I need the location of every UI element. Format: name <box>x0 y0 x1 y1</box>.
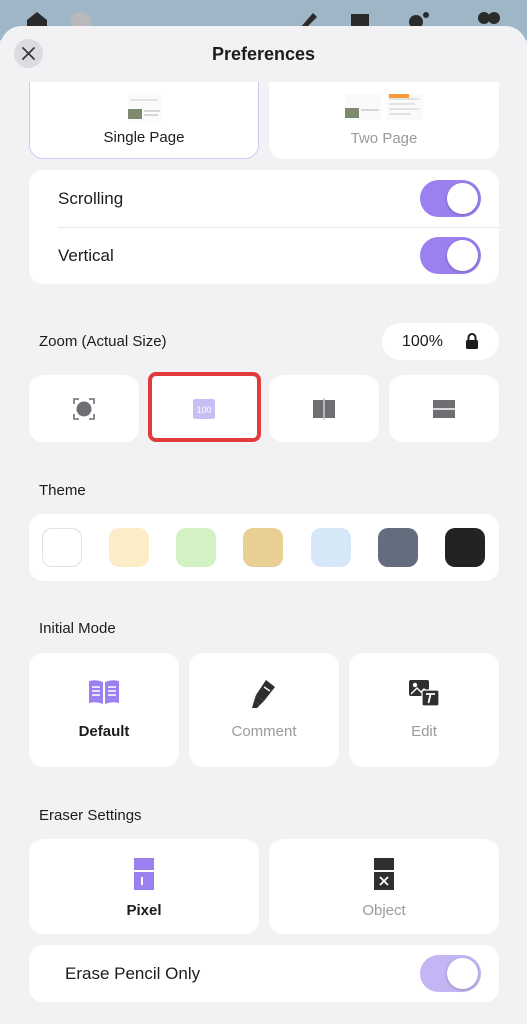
object-eraser-icon <box>374 858 394 890</box>
lock-icon <box>466 333 478 349</box>
vertical-label: Vertical <box>58 245 114 265</box>
fit-page-icon <box>73 397 95 420</box>
selection-highlight <box>148 372 261 442</box>
theme-swatch-cream[interactable] <box>109 528 149 567</box>
fit-width-icon <box>313 396 335 421</box>
erase-pencil-only-row: Erase Pencil Only <box>29 945 499 1002</box>
mode-comment-option[interactable]: Comment <box>189 653 339 767</box>
fit-height-icon <box>430 399 458 418</box>
vertical-toggle[interactable] <box>420 237 481 274</box>
highlighter-icon <box>252 680 275 708</box>
scrolling-row: Scrolling <box>29 170 499 227</box>
eraser-object-label: Object <box>362 902 406 919</box>
fit-width-button[interactable] <box>269 375 379 442</box>
mode-comment-label: Comment <box>231 723 297 740</box>
erase-pencil-only-card: Erase Pencil Only <box>29 945 499 1002</box>
image-text-icon <box>409 680 440 707</box>
fit-height-button[interactable] <box>389 375 499 442</box>
book-icon <box>89 680 119 704</box>
scrolling-label: Scrolling <box>58 188 124 208</box>
erase-pencil-only-toggle[interactable] <box>420 955 481 992</box>
mode-default-label: Default <box>78 723 130 740</box>
single-page-preview-icon <box>128 95 162 121</box>
scrolling-card: Scrolling Vertical <box>29 170 499 284</box>
zoom-value-pill[interactable]: 100% <box>382 323 499 360</box>
initial-mode-label: Initial Mode <box>39 620 116 637</box>
theme-swatch-green[interactable] <box>176 528 216 567</box>
mode-default-option[interactable]: Default <box>29 653 179 767</box>
mode-edit-option[interactable]: Edit <box>349 653 499 767</box>
zoom-label: Zoom (Actual Size) <box>39 333 167 350</box>
sheet-header: Preferences <box>0 26 527 82</box>
vertical-row: Vertical <box>29 227 499 284</box>
theme-swatch-blue[interactable] <box>311 528 351 567</box>
mode-edit-label: Edit <box>411 723 437 740</box>
eraser-pixel-label: Pixel <box>126 902 162 919</box>
pixel-eraser-icon <box>134 858 154 890</box>
zoom-value: 100% <box>402 332 443 350</box>
two-page-label: Two Page <box>350 130 418 147</box>
theme-swatch-slate[interactable] <box>378 528 418 567</box>
eraser-pixel-option[interactable]: Pixel <box>29 839 259 934</box>
theme-label: Theme <box>39 482 86 499</box>
theme-swatch-white[interactable] <box>42 528 82 567</box>
preferences-sheet: Single Page Two Page Preferences Scrolli… <box>0 26 527 1024</box>
theme-picker <box>29 514 499 581</box>
erase-pencil-only-label: Erase Pencil Only <box>65 963 201 983</box>
page-title: Preferences <box>211 44 316 64</box>
theme-swatch-black[interactable] <box>445 528 485 567</box>
eraser-object-option[interactable]: Object <box>269 839 499 934</box>
theme-swatch-tan[interactable] <box>243 528 283 567</box>
scrolling-toggle[interactable] <box>420 180 481 217</box>
fit-page-button[interactable] <box>29 375 139 442</box>
two-page-preview-icon <box>345 94 423 120</box>
eraser-settings-label: Eraser Settings <box>39 807 142 824</box>
single-page-label: Single Page <box>103 129 185 146</box>
